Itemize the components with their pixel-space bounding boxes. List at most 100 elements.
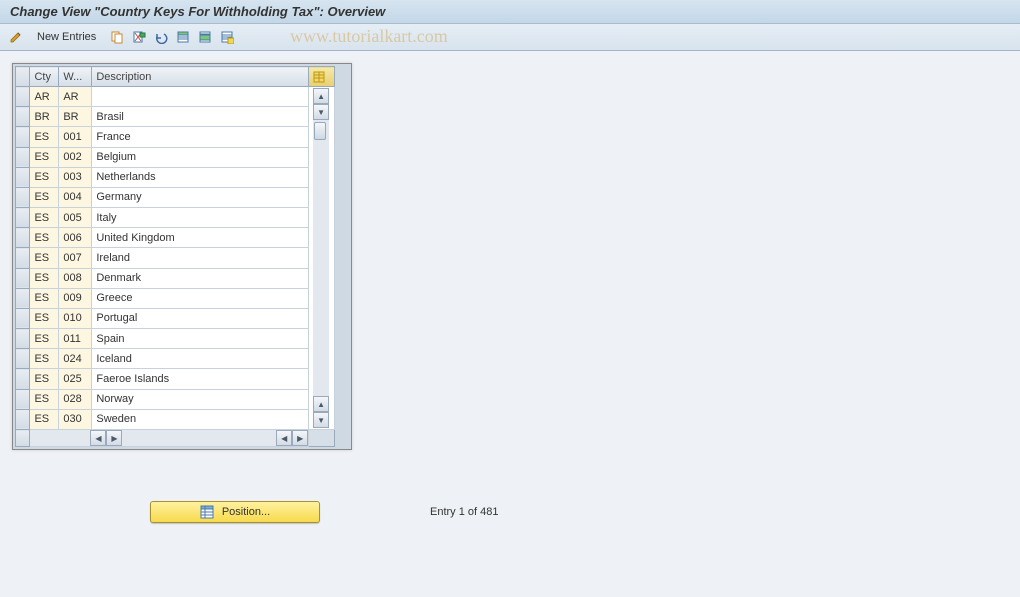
table-row[interactable]: ARAR▲▼▲▼ bbox=[16, 87, 335, 107]
copy-icon[interactable] bbox=[107, 27, 127, 47]
row-selector[interactable] bbox=[16, 147, 30, 167]
row-selector[interactable] bbox=[16, 268, 30, 288]
cell-description[interactable]: Sweden bbox=[92, 409, 309, 429]
table-row[interactable]: ES025Faeroe Islands bbox=[16, 369, 335, 389]
cell-cty[interactable]: ES bbox=[30, 228, 59, 248]
table-row[interactable]: ES011Spain bbox=[16, 329, 335, 349]
row-selector[interactable] bbox=[16, 288, 30, 308]
scroll-thumb[interactable] bbox=[314, 122, 326, 140]
cell-w[interactable]: 002 bbox=[59, 147, 92, 167]
delete-icon[interactable] bbox=[129, 27, 149, 47]
table-row[interactable]: ES024Iceland bbox=[16, 349, 335, 369]
cell-description[interactable]: Netherlands bbox=[92, 167, 309, 187]
cell-description[interactable]: Spain bbox=[92, 329, 309, 349]
deselect-all-icon[interactable] bbox=[217, 27, 237, 47]
horizontal-scrollbar[interactable]: ◀ ▶ ◀ ▶ bbox=[30, 430, 309, 447]
cell-cty[interactable]: ES bbox=[30, 248, 59, 268]
row-selector[interactable] bbox=[16, 389, 30, 409]
cell-cty[interactable]: BR bbox=[30, 107, 59, 127]
cell-w[interactable]: 030 bbox=[59, 409, 92, 429]
table-row[interactable]: ES007Ireland bbox=[16, 248, 335, 268]
scroll-down-icon[interactable]: ▼ bbox=[313, 104, 329, 120]
cell-cty[interactable]: ES bbox=[30, 308, 59, 328]
row-selector[interactable] bbox=[16, 409, 30, 429]
table-row[interactable]: ES002Belgium bbox=[16, 147, 335, 167]
cell-w[interactable]: 004 bbox=[59, 187, 92, 207]
row-selector[interactable] bbox=[16, 308, 30, 328]
cell-description[interactable]: Iceland bbox=[92, 349, 309, 369]
table-row[interactable]: ES028Norway bbox=[16, 389, 335, 409]
vertical-scrollbar[interactable]: ▲▼▲▼ bbox=[309, 87, 335, 430]
cell-description[interactable]: Denmark bbox=[92, 268, 309, 288]
cell-cty[interactable]: ES bbox=[30, 329, 59, 349]
row-selector[interactable] bbox=[16, 349, 30, 369]
position-button[interactable]: Position... bbox=[150, 501, 320, 523]
cell-description[interactable]: Greece bbox=[92, 288, 309, 308]
cell-w[interactable]: 003 bbox=[59, 167, 92, 187]
scroll-left-end-icon[interactable]: ◀ bbox=[276, 430, 292, 446]
cell-w[interactable]: 010 bbox=[59, 308, 92, 328]
cell-cty[interactable]: ES bbox=[30, 208, 59, 228]
cell-cty[interactable]: AR bbox=[30, 87, 59, 107]
cell-cty[interactable]: ES bbox=[30, 389, 59, 409]
row-selector[interactable] bbox=[16, 127, 30, 147]
select-block-icon[interactable] bbox=[195, 27, 215, 47]
row-selector[interactable] bbox=[16, 87, 30, 107]
row-selector[interactable] bbox=[16, 187, 30, 207]
cell-w[interactable]: 025 bbox=[59, 369, 92, 389]
cell-cty[interactable]: ES bbox=[30, 127, 59, 147]
cell-w[interactable]: 011 bbox=[59, 329, 92, 349]
row-selector[interactable] bbox=[16, 167, 30, 187]
cell-cty[interactable]: ES bbox=[30, 288, 59, 308]
table-row[interactable]: ES005Italy bbox=[16, 208, 335, 228]
scroll-up-end-icon[interactable]: ▲ bbox=[313, 396, 329, 412]
table-config-icon[interactable] bbox=[309, 67, 335, 87]
cell-w[interactable]: BR bbox=[59, 107, 92, 127]
table-row[interactable]: ES008Denmark bbox=[16, 268, 335, 288]
cell-cty[interactable]: ES bbox=[30, 147, 59, 167]
column-header-description[interactable]: Description bbox=[92, 67, 309, 87]
table-row[interactable]: ES001France bbox=[16, 127, 335, 147]
table-row[interactable]: ES004Germany bbox=[16, 187, 335, 207]
column-header-w[interactable]: W... bbox=[59, 67, 92, 87]
cell-description[interactable]: Portugal bbox=[92, 308, 309, 328]
cell-w[interactable]: 001 bbox=[59, 127, 92, 147]
cell-description[interactable]: Belgium bbox=[92, 147, 309, 167]
scroll-up-icon[interactable]: ▲ bbox=[313, 88, 329, 104]
cell-description[interactable]: Norway bbox=[92, 389, 309, 409]
cell-cty[interactable]: ES bbox=[30, 369, 59, 389]
cell-w[interactable]: 024 bbox=[59, 349, 92, 369]
scroll-right-end-icon[interactable]: ▶ bbox=[292, 430, 308, 446]
cell-description[interactable]: Brasil bbox=[92, 107, 309, 127]
cell-w[interactable]: 007 bbox=[59, 248, 92, 268]
new-entries-button[interactable]: New Entries bbox=[28, 27, 105, 47]
row-selector[interactable] bbox=[16, 228, 30, 248]
cell-cty[interactable]: ES bbox=[30, 349, 59, 369]
cell-description[interactable]: Germany bbox=[92, 187, 309, 207]
cell-description[interactable]: Ireland bbox=[92, 248, 309, 268]
undo-icon[interactable] bbox=[151, 27, 171, 47]
row-selector[interactable] bbox=[16, 329, 30, 349]
cell-w[interactable]: 028 bbox=[59, 389, 92, 409]
scroll-left-icon[interactable]: ◀ bbox=[90, 430, 106, 446]
cell-description[interactable]: United Kingdom bbox=[92, 228, 309, 248]
table-row[interactable]: ES009Greece bbox=[16, 288, 335, 308]
table-row[interactable]: ES003Netherlands bbox=[16, 167, 335, 187]
cell-cty[interactable]: ES bbox=[30, 187, 59, 207]
select-all-icon[interactable] bbox=[173, 27, 193, 47]
table-row[interactable]: ES010Portugal bbox=[16, 308, 335, 328]
row-selector[interactable] bbox=[16, 248, 30, 268]
scroll-down-end-icon[interactable]: ▼ bbox=[313, 412, 329, 428]
cell-description[interactable] bbox=[92, 87, 309, 107]
scroll-right-icon[interactable]: ▶ bbox=[106, 430, 122, 446]
toggle-display-change-icon[interactable] bbox=[6, 27, 26, 47]
cell-w[interactable]: 006 bbox=[59, 228, 92, 248]
cell-w[interactable]: 008 bbox=[59, 268, 92, 288]
table-row[interactable]: ES006United Kingdom bbox=[16, 228, 335, 248]
table-row[interactable]: BRBRBrasil bbox=[16, 107, 335, 127]
row-selector[interactable] bbox=[16, 107, 30, 127]
cell-description[interactable]: Faeroe Islands bbox=[92, 369, 309, 389]
cell-description[interactable]: France bbox=[92, 127, 309, 147]
column-header-selector[interactable] bbox=[16, 67, 30, 87]
row-selector[interactable] bbox=[16, 208, 30, 228]
